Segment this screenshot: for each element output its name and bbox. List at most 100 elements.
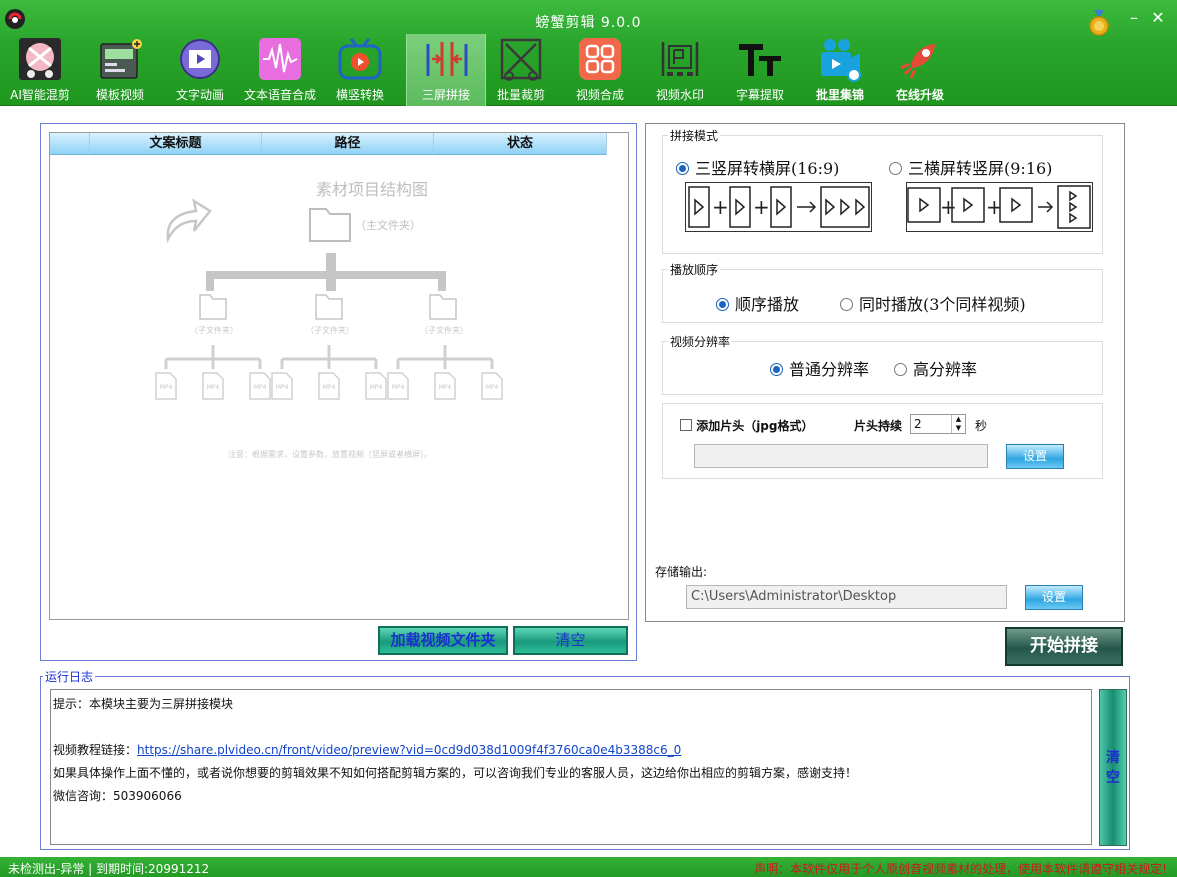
- tool-rotate-convert[interactable]: 横竖转换: [320, 34, 400, 106]
- header-blank: [50, 133, 90, 155]
- resolution-normal[interactable]: 普通分辨率: [770, 356, 869, 380]
- svg-text:MP4: MP4: [486, 384, 499, 391]
- disclaimer: 声明：本软件仅用于个人原创音视频素材的处理，使用本软件请遵守相关规定!: [754, 862, 1167, 876]
- splice-option-vertical-to-horizontal[interactable]: 三竖屏转横屏(16:9): [676, 155, 839, 179]
- log-output[interactable]: 提示：本模块主要为三屏拼接模块 视频教程链接：https://share.plv…: [50, 689, 1092, 845]
- intro-checkbox[interactable]: 添加片头（jpg格式）: [680, 417, 813, 434]
- output-settings-button[interactable]: 设置: [1025, 585, 1083, 610]
- arrow-icon: [166, 198, 212, 244]
- log-line: [53, 719, 1089, 742]
- play-order-sequential[interactable]: 顺序播放: [716, 291, 799, 315]
- tool-batch-crop[interactable]: 批量裁剪: [481, 34, 561, 106]
- tool-label: 视频合成: [575, 88, 624, 102]
- three-screen-icon: [426, 42, 468, 76]
- resolution-high[interactable]: 高分辨率: [894, 356, 977, 380]
- radio-selected[interactable]: [716, 298, 729, 311]
- intro-path-field[interactable]: [694, 444, 988, 468]
- svg-text:+: +: [712, 195, 729, 219]
- tool-text-animation[interactable]: 文字动画: [160, 34, 240, 106]
- title-bar: 螃蟹剪辑 9.0.0 – ✕ AI智能混剪 模板视频 文字动画 文本语音合成 横…: [0, 0, 1177, 106]
- intro-duration-stepper[interactable]: 2 ▲ ▼: [910, 414, 966, 434]
- tool-label: 文本语音合成: [243, 88, 316, 102]
- horizontal-to-vertical-illustration: + +: [906, 182, 1093, 232]
- medal-icon[interactable]: [1088, 10, 1110, 36]
- tool-video-watermark[interactable]: 视频水印: [640, 34, 720, 106]
- tool-online-upgrade[interactable]: 在线升级: [880, 34, 960, 106]
- column-path[interactable]: 路径: [262, 133, 434, 155]
- rotate-tv-icon: [338, 38, 382, 80]
- svg-text:MP4: MP4: [392, 384, 405, 391]
- tool-label: 视频水印: [655, 88, 704, 102]
- tool-video-merge[interactable]: 视频合成: [560, 34, 640, 106]
- radio-unselected[interactable]: [894, 363, 907, 376]
- intro-settings-button[interactable]: 设置: [1006, 444, 1064, 469]
- diagram-title: 素材项目结构图: [316, 180, 428, 199]
- tool-text-to-speech[interactable]: 文本语音合成: [240, 34, 320, 106]
- tool-subtitle-extract[interactable]: 字幕提取: [720, 34, 800, 106]
- sub-folder-label: （子文件夹）: [420, 325, 468, 335]
- sub-folder-icon: [429, 294, 457, 320]
- close-button[interactable]: ✕: [1144, 6, 1172, 30]
- sub-folder-label: （子文件夹）: [190, 325, 238, 335]
- crop-icon: [500, 38, 542, 81]
- svg-text:MP4: MP4: [254, 384, 267, 391]
- checkbox[interactable]: [680, 419, 692, 431]
- column-status[interactable]: 状态: [434, 133, 607, 155]
- clear-log-button[interactable]: 清空: [1099, 689, 1127, 846]
- play-order-simultaneous[interactable]: 同时播放(3个同样视频): [840, 291, 1026, 315]
- svg-text:+: +: [940, 195, 957, 219]
- output-path-field[interactable]: C:\Users\Administrator\Desktop: [686, 585, 1007, 609]
- intro-duration-value[interactable]: 2: [914, 417, 922, 431]
- svg-text:MP4: MP4: [370, 384, 383, 391]
- tool-label: 批里集锦: [815, 88, 864, 102]
- tool-ai-mix[interactable]: AI智能混剪: [0, 34, 80, 106]
- radio-selected[interactable]: [676, 162, 689, 175]
- stepper-up-icon[interactable]: ▲: [951, 415, 965, 424]
- tool-three-screen[interactable]: 三屏拼接: [406, 34, 486, 106]
- clear-log-label: 清空: [1106, 750, 1120, 786]
- start-splice-button[interactable]: 开始拼接: [1005, 627, 1123, 666]
- file-list[interactable]: 文案标题 路径 状态 素材项目结构图 （主文件夹） （子文件夹） （子文件夹） …: [49, 132, 629, 620]
- splice-mode-title: 拼接模式: [668, 127, 721, 144]
- tool-label: 在线升级: [895, 88, 944, 102]
- clear-list-button[interactable]: 清空: [513, 626, 628, 655]
- subtitle-tt-icon: [739, 44, 781, 76]
- tool-label: 模板视频: [95, 88, 144, 102]
- watermark-icon: [661, 42, 699, 76]
- sub-folder-label: （子文件夹）: [306, 325, 354, 335]
- ai-mix-icon: [19, 38, 61, 80]
- license-status: 未检测出-异常 | 到期时间:20991212: [8, 862, 210, 876]
- tool-template-video[interactable]: 模板视频: [80, 34, 160, 106]
- camera-icon: [821, 39, 861, 82]
- file-list-panel: 文案标题 路径 状态 素材项目结构图 （主文件夹） （子文件夹） （子文件夹） …: [40, 123, 637, 661]
- radio-selected[interactable]: [770, 363, 783, 376]
- splice-option-horizontal-to-vertical[interactable]: 三横屏转竖屏(9:16): [889, 155, 1052, 179]
- column-title[interactable]: 文案标题: [90, 133, 262, 155]
- tool-label: 文字动画: [175, 88, 224, 102]
- svg-text:MP4: MP4: [276, 384, 289, 391]
- tool-label: 横竖转换: [335, 88, 384, 102]
- log-title: 运行日志: [43, 668, 96, 685]
- output-label: 存储输出:: [655, 565, 708, 579]
- svg-text:+: +: [753, 195, 770, 219]
- file-list-header: 文案标题 路径 状态: [50, 133, 607, 155]
- template-video-icon: [100, 39, 142, 79]
- window-title: 螃蟹剪辑 9.0.0: [535, 15, 642, 31]
- svg-text:MP4: MP4: [160, 384, 173, 391]
- radio-unselected[interactable]: [889, 162, 902, 175]
- radio-unselected[interactable]: [840, 298, 853, 311]
- tutorial-link[interactable]: https://share.plvideo.cn/front/video/pre…: [137, 743, 681, 757]
- load-folder-button[interactable]: 加载视频文件夹: [378, 626, 508, 655]
- rocket-icon: [900, 44, 935, 79]
- log-line: 微信咨询：503906066: [53, 789, 182, 803]
- intro-duration-unit: 秒: [975, 419, 988, 433]
- stepper-down-icon[interactable]: ▼: [951, 424, 965, 433]
- tool-batch-highlights[interactable]: 批里集锦: [800, 34, 880, 106]
- play-order-title: 播放顺序: [668, 261, 721, 278]
- structure-diagram: 素材项目结构图 （主文件夹） （子文件夹） （子文件夹） （子文件夹） MP4 …: [155, 180, 503, 459]
- video-merge-icon: [579, 38, 621, 80]
- main-toolbar: AI智能混剪 模板视频 文字动画 文本语音合成 横竖转换 三屏拼接 批量裁剪 视…: [0, 34, 960, 106]
- sub-folder-icon: [199, 294, 227, 320]
- log-line: 如果具体操作上面不懂的，或者说你想要的剪辑效果不知如何搭配剪辑方案的，可以咨询我…: [53, 766, 858, 780]
- diagram-note: 注意：根据需求，设置参数，放置视频（竖屏或者横屏）。: [228, 449, 432, 459]
